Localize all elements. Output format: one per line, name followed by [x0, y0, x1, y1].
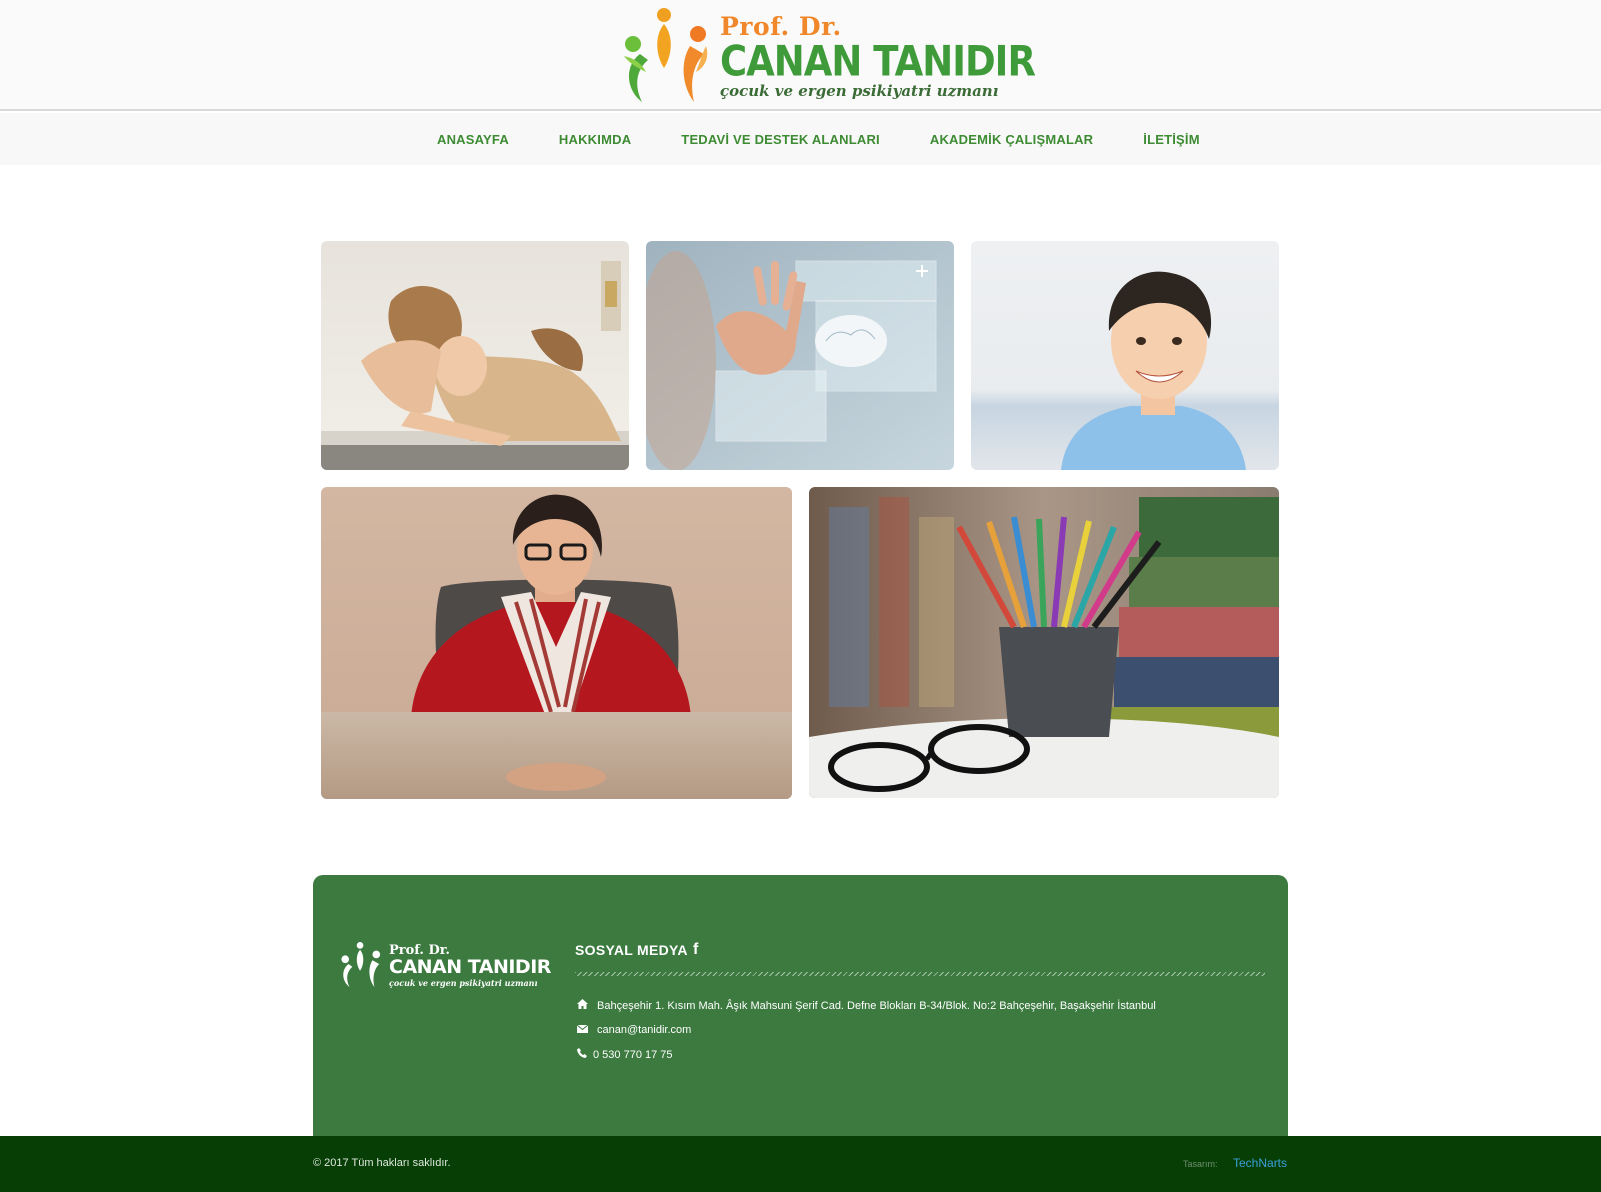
contact-address: Bahçeşehir 1. Kısım Mah. Âşık Mahsuni Şe… [575, 999, 1156, 1012]
logo-name: CANAN TANIDIR [720, 37, 1036, 86]
smiling-boy-photo[interactable] [971, 241, 1279, 470]
logo-figures-icon [624, 8, 708, 102]
designer-link[interactable]: TechNarts [1233, 1156, 1287, 1170]
pencils-books-photo[interactable] [809, 487, 1279, 798]
facebook-icon[interactable]: f [693, 941, 698, 959]
logo-text: Prof. Dr. CANAN TANIDIR çocuk ve ergen p… [720, 11, 1036, 99]
design-label: Tasarım: [1183, 1159, 1218, 1169]
nav-item-hakkimda[interactable]: HAKKIMDA [559, 132, 631, 147]
copyright-text: © 2017 Tüm hakları saklıdır. [313, 1157, 451, 1169]
contact-email[interactable]: canan@tanidir.com [575, 1024, 691, 1036]
nav-item-tedavi[interactable]: TEDAVİ VE DESTEK ALANLARI [681, 132, 880, 147]
email-text[interactable]: canan@tanidir.com [597, 1024, 691, 1036]
footer-logo[interactable]: Prof. Dr. CANAN TANIDIR çocuk ve ergen p… [339, 940, 551, 990]
footer-logo-figures-icon [341, 942, 381, 987]
stressed-woman-photo[interactable] [321, 241, 629, 470]
footer-logo-name: CANAN TANIDIR [389, 955, 551, 978]
address-text: Bahçeşehir 1. Kısım Mah. Âşık Mahsuni Şe… [597, 999, 1156, 1012]
nav-item-anasayfa[interactable]: ANASAYFA [437, 132, 509, 147]
footer-logo-prof: Prof. Dr. [389, 942, 450, 958]
contact-phone: 0 530 770 17 75 [575, 1048, 673, 1061]
nav-item-iletisim[interactable]: İLETİŞİM [1143, 132, 1200, 147]
copyright-bar: © 2017 Tüm hakları saklıdır. Tasarım: Te… [0, 1136, 1601, 1192]
phone-text: 0 530 770 17 75 [593, 1048, 673, 1061]
logo-prof-title: Prof. Dr. [720, 11, 842, 41]
site-logo[interactable]: Prof. Dr. CANAN TANIDIR çocuk ve ergen p… [620, 6, 1036, 106]
site-header: Prof. Dr. CANAN TANIDIR çocuk ve ergen p… [0, 0, 1601, 111]
envelope-icon [575, 1024, 589, 1036]
medical-interface-photo[interactable] [646, 241, 954, 470]
site-footer: Prof. Dr. CANAN TANIDIR çocuk ve ergen p… [313, 875, 1288, 1137]
nav-item-akademik[interactable]: AKADEMİK ÇALIŞMALAR [930, 132, 1093, 147]
home-icon [575, 999, 589, 1012]
footer-logo-text: Prof. Dr. CANAN TANIDIR çocuk ve ergen p… [389, 944, 551, 987]
nav-menu: ANASAYFA HAKKIMDA TEDAVİ VE DESTEK ALANL… [437, 113, 1200, 165]
doctor-portrait-photo[interactable] [321, 487, 792, 799]
phone-icon [575, 1048, 589, 1061]
social-media-title: SOSYAL MEDYA [575, 942, 688, 958]
footer-divider [575, 972, 1265, 976]
main-nav: ANASAYFA HAKKIMDA TEDAVİ VE DESTEK ALANL… [0, 113, 1601, 165]
footer-logo-subtitle: çocuk ve ergen psikiyatri uzmanı [389, 977, 538, 988]
